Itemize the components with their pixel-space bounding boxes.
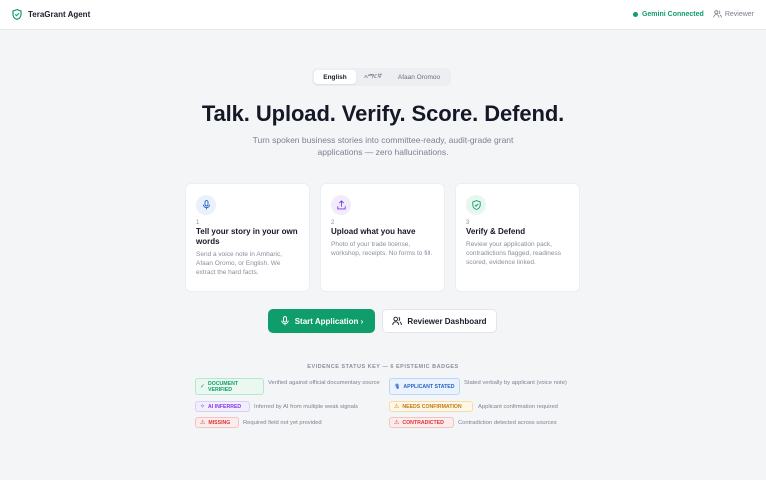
badge-needs-confirmation: ⚠ NEEDS CONFIRMATION bbox=[389, 401, 473, 412]
badge-description: Stated verbally by applicant (voice note… bbox=[464, 380, 567, 386]
connection-status-label: Gemini Connected bbox=[641, 10, 704, 18]
badge-label: CONTRADICTED bbox=[402, 419, 444, 426]
badge-label: NEEDS CONFIRMATION bbox=[402, 403, 462, 410]
app-title: TeraGrant Agent bbox=[28, 10, 91, 19]
microphone-icon bbox=[196, 195, 216, 215]
users-icon bbox=[392, 316, 403, 326]
shield-check-icon bbox=[466, 195, 486, 215]
step-number: 1 bbox=[196, 220, 200, 226]
step-card-verify: 3 Verify & Defend Review your applicatio… bbox=[455, 183, 580, 292]
badge-description: Applicant confirmation required bbox=[478, 404, 558, 410]
check-icon: ✓ bbox=[200, 383, 206, 390]
badge-label: DOCUMENT VERIFIED bbox=[208, 380, 239, 393]
status-dot-icon bbox=[632, 11, 638, 17]
step-title: Verify & Defend bbox=[466, 227, 526, 236]
badge-applicant-stated: 🎙 APPLICANT STATED bbox=[389, 378, 460, 395]
step-title: Tell your story in your own words bbox=[196, 227, 298, 246]
users-icon bbox=[713, 10, 722, 18]
language-option-english[interactable]: English bbox=[314, 70, 356, 84]
reviewer-dashboard-label: Reviewer Dashboard bbox=[407, 316, 487, 326]
step-title: Upload what you have bbox=[331, 227, 416, 236]
badge-label: MISSING bbox=[208, 419, 231, 426]
badge-description: Inferred by AI from multiple weak signal… bbox=[254, 404, 359, 410]
warning-icon: ⚠ bbox=[394, 403, 400, 410]
badge-document-verified: ✓ DOCUMENT VERIFIED bbox=[195, 378, 264, 395]
start-application-label: Start Application › bbox=[294, 316, 364, 326]
badge-missing: ⚠ MISSING bbox=[195, 417, 239, 428]
evidence-key-title: EVIDENCE STATUS KEY — 6 EPISTEMIC BADGES bbox=[307, 364, 459, 370]
app-brand[interactable]: TeraGrant Agent bbox=[12, 9, 90, 20]
step-description: Review your application pack, contradict… bbox=[466, 241, 562, 266]
badge-ai-inferred: ✧ AI INFERRED bbox=[195, 401, 250, 412]
microphone-icon bbox=[281, 316, 289, 326]
start-application-button[interactable]: Start Application › bbox=[268, 309, 375, 333]
badge-description: Contradiction detected across sources bbox=[458, 420, 557, 426]
reviewer-link[interactable]: Reviewer bbox=[713, 10, 754, 18]
step-card-upload: 2 Upload what you have Photo of your tra… bbox=[320, 183, 445, 292]
step-number: 2 bbox=[331, 220, 335, 226]
hero-title: Talk. Upload. Verify. Score. Defend. bbox=[201, 101, 565, 126]
badge-contradicted: ⚠ CONTRADICTED bbox=[389, 417, 454, 428]
connection-status: Gemini Connected bbox=[632, 10, 704, 18]
language-option-oromo[interactable]: Afaan Oromoo bbox=[390, 70, 448, 84]
upload-icon bbox=[331, 195, 351, 215]
step-number: 3 bbox=[466, 220, 470, 226]
top-bar: TeraGrant Agent Gemini Connected Reviewe… bbox=[0, 0, 766, 30]
step-description: Photo of your trade license, workshop, r… bbox=[331, 241, 433, 257]
badge-description: Required field not yet provided bbox=[243, 420, 322, 426]
warning-icon: ⚠ bbox=[394, 419, 400, 426]
language-switcher: English አማርኛ Afaan Oromoo bbox=[312, 68, 451, 86]
reviewer-label: Reviewer bbox=[724, 10, 754, 18]
warning-icon: ⚠ bbox=[200, 419, 206, 426]
badge-label: APPLICANT STATED bbox=[403, 383, 455, 390]
reviewer-dashboard-button[interactable]: Reviewer Dashboard bbox=[382, 309, 497, 333]
shield-logo-icon bbox=[12, 9, 22, 20]
badge-description: Verified against official documentary so… bbox=[268, 380, 380, 386]
hero-subtitle: Turn spoken business stories into commit… bbox=[252, 135, 514, 157]
step-description: Send a voice note in Amharic, Afaan Orom… bbox=[196, 251, 282, 276]
step-card-voice: 1 Tell your story in your own words Send… bbox=[185, 183, 310, 292]
sparkle-icon: ✧ bbox=[200, 403, 206, 410]
badge-label: AI INFERRED bbox=[208, 403, 242, 410]
language-option-amharic[interactable]: አማርኛ bbox=[356, 70, 390, 84]
microphone-icon: 🎙 bbox=[394, 383, 401, 390]
